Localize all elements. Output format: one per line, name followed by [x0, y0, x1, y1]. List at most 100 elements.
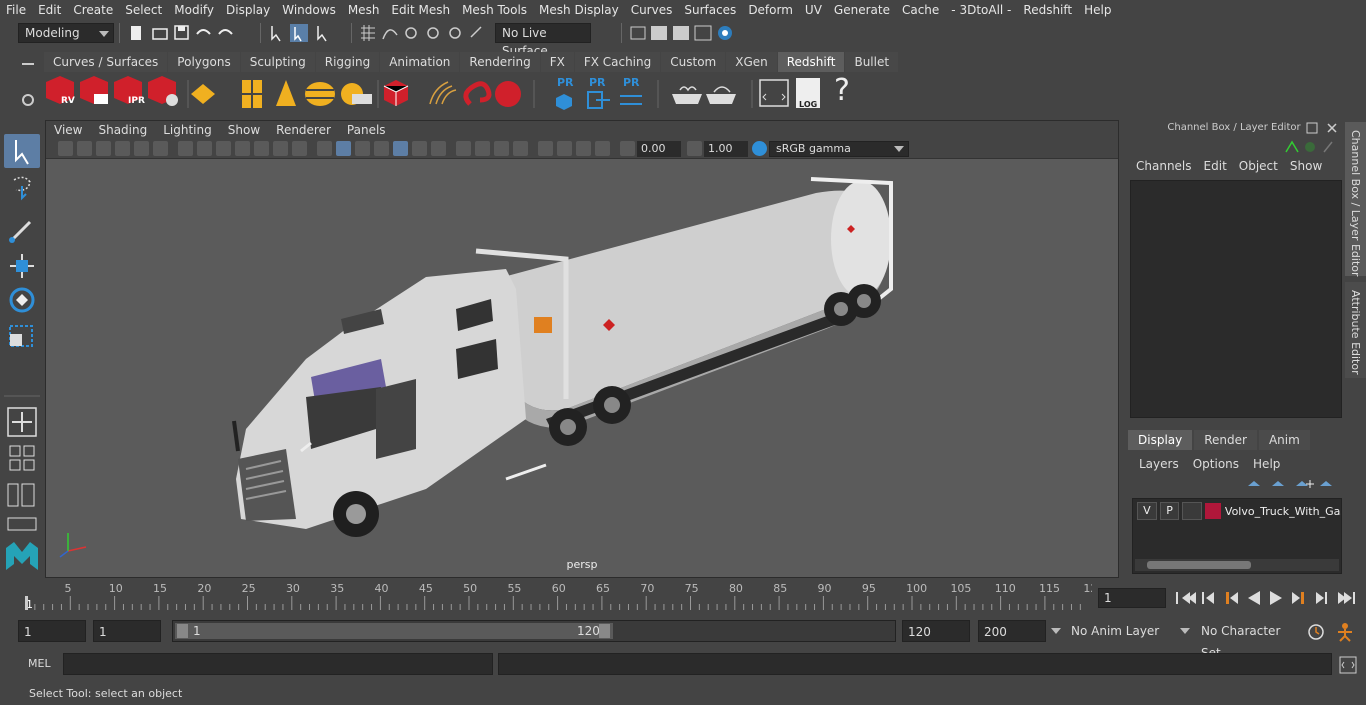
menu-edit-mesh[interactable]: Edit Mesh [385, 0, 456, 20]
menu-cache[interactable]: Cache [896, 0, 945, 20]
motion-blur-icon[interactable] [475, 141, 490, 156]
scale-tool-icon[interactable] [9, 325, 33, 347]
textured-icon[interactable] [393, 141, 408, 156]
select-component-icon[interactable] [317, 26, 327, 42]
anti-aliasing-icon[interactable] [494, 141, 509, 156]
shelf-settings-icon[interactable] [18, 90, 38, 113]
menu-generate[interactable]: Generate [828, 0, 896, 20]
close-icon[interactable] [1326, 122, 1338, 142]
menu-help[interactable]: Help [1078, 0, 1117, 20]
select-object-icon[interactable] [290, 24, 308, 42]
gamma-field[interactable]: 1.00 [704, 140, 748, 157]
shadows-icon[interactable] [431, 141, 446, 156]
current-time-marker[interactable] [25, 596, 28, 610]
bookmark-icon[interactable] [96, 141, 111, 156]
mode-selector[interactable]: Modeling [18, 23, 114, 43]
camera-select-icon[interactable] [58, 141, 73, 156]
xray-joints-icon[interactable] [576, 141, 591, 156]
manipulator-icon[interactable] [1285, 140, 1299, 153]
side-tab-attribute-editor[interactable]: Attribute Editor [1345, 282, 1366, 378]
layout-stack-icon[interactable] [7, 517, 37, 531]
2d-pan-zoom-icon[interactable] [134, 141, 149, 156]
viewport-menu-view[interactable]: View [46, 121, 90, 139]
redshift-sphere-icon[interactable] [495, 81, 521, 107]
film-gate-icon[interactable] [197, 141, 212, 156]
tab-anim[interactable]: Anim [1258, 430, 1310, 450]
speed-icon[interactable] [1305, 142, 1315, 152]
range-start-handle[interactable] [177, 624, 188, 638]
tab-curves-surfaces[interactable]: Curves / Surfaces [44, 52, 168, 72]
safe-title-icon[interactable] [292, 141, 307, 156]
render-settings-icon[interactable] [630, 26, 646, 40]
menu-uv[interactable]: UV [799, 0, 828, 20]
layer-row[interactable]: V P Volvo_Truck_With_Gas [1133, 501, 1341, 521]
render-frame-icon[interactable] [651, 26, 667, 40]
layout-single-icon[interactable] [9, 445, 35, 457]
tab-custom[interactable]: Custom [661, 52, 726, 72]
pr-swap-icon[interactable] [620, 95, 642, 105]
redshift-volume-icon[interactable] [463, 81, 492, 106]
tab-fx[interactable]: FX [540, 52, 574, 72]
snap-point-icon[interactable] [405, 27, 417, 39]
chevron-down-icon[interactable] [1051, 628, 1061, 634]
color-management-icon[interactable] [752, 141, 767, 156]
tab-fx-caching[interactable]: FX Caching [574, 52, 661, 72]
snap-curve-icon[interactable] [382, 29, 398, 40]
time-slider[interactable]: 1 5 10 15 20 25 30 35 40 45 50 55 60 65 70 75 80 85 90 95 10… [18, 582, 1092, 612]
chevron-down-icon[interactable] [1180, 628, 1190, 634]
rotate-tool-icon[interactable] [9, 287, 35, 313]
light-ies-icon[interactable] [305, 82, 335, 106]
menu-edit[interactable]: Edit [32, 0, 67, 20]
tab-rendering[interactable]: Rendering [460, 52, 540, 72]
viewport-menu-lighting[interactable]: Lighting [155, 121, 220, 139]
character-set-dropdown[interactable]: No Character Set [1196, 620, 1298, 660]
go-to-start-icon[interactable] [1176, 592, 1196, 604]
menu-mesh[interactable]: Mesh [342, 0, 386, 20]
light-rect-icon[interactable] [191, 84, 215, 104]
menu-windows[interactable]: Windows [276, 0, 342, 20]
object-menu[interactable]: Object [1233, 156, 1284, 176]
menu-modify[interactable]: Modify [168, 0, 220, 20]
menu-select[interactable]: Select [119, 0, 168, 20]
exposure-icon[interactable] [620, 141, 635, 156]
scene-start-field[interactable]: 1 [18, 620, 86, 642]
redshift-hair-icon[interactable] [429, 81, 457, 105]
light-portal-icon[interactable] [242, 80, 262, 108]
layer-visibility-toggle[interactable]: V [1137, 502, 1157, 520]
auto-key-icon[interactable] [1306, 622, 1326, 645]
step-back-icon[interactable] [1202, 592, 1214, 604]
side-tab-channel-box[interactable]: Channel Box / Layer Editor [1345, 122, 1366, 277]
smooth-shade-icon[interactable] [336, 141, 351, 156]
light-sun-sky-icon[interactable] [341, 83, 372, 105]
render-view-icon[interactable] [694, 25, 712, 41]
float-panel-icon[interactable] [1306, 122, 1318, 142]
menu-redshift[interactable]: Redshift [1017, 0, 1078, 20]
mel-input[interactable] [63, 653, 493, 675]
menu-display[interactable]: Display [220, 0, 276, 20]
tab-render[interactable]: Render [1194, 430, 1257, 450]
menu-surfaces[interactable]: Surfaces [678, 0, 742, 20]
pr-export-icon[interactable] [587, 91, 610, 109]
range-end-handle[interactable] [599, 624, 610, 638]
options-menu[interactable]: Options [1186, 454, 1246, 474]
viewport-menu-panels[interactable]: Panels [339, 121, 394, 139]
snap-view-icon[interactable] [427, 27, 439, 39]
bake-pie-alt-icon[interactable] [706, 86, 736, 104]
resolution-gate-icon[interactable] [216, 141, 231, 156]
viewport-menu-shading[interactable]: Shading [90, 121, 155, 139]
menu-mesh-tools[interactable]: Mesh Tools [456, 0, 533, 20]
layer-color-swatch[interactable] [1205, 503, 1221, 519]
grease-pencil-icon[interactable] [153, 141, 168, 156]
redshift-proxy-cube-icon[interactable] [383, 80, 409, 106]
snap-surface-icon[interactable] [449, 27, 461, 39]
move-layer-down-icon[interactable] [1272, 481, 1284, 486]
layout-four-icon[interactable] [9, 459, 35, 471]
step-forward-icon[interactable] [1316, 592, 1327, 604]
tab-rigging[interactable]: Rigging [315, 52, 380, 72]
soft-select-icon[interactable] [7, 407, 37, 437]
anim-layer-dropdown[interactable]: No Anim Layer [1066, 620, 1178, 642]
safe-action-icon[interactable] [273, 141, 288, 156]
script-editor-icon[interactable] [759, 79, 789, 107]
channels-menu[interactable]: Channels [1130, 156, 1198, 176]
mel-label[interactable]: MEL [28, 657, 51, 670]
